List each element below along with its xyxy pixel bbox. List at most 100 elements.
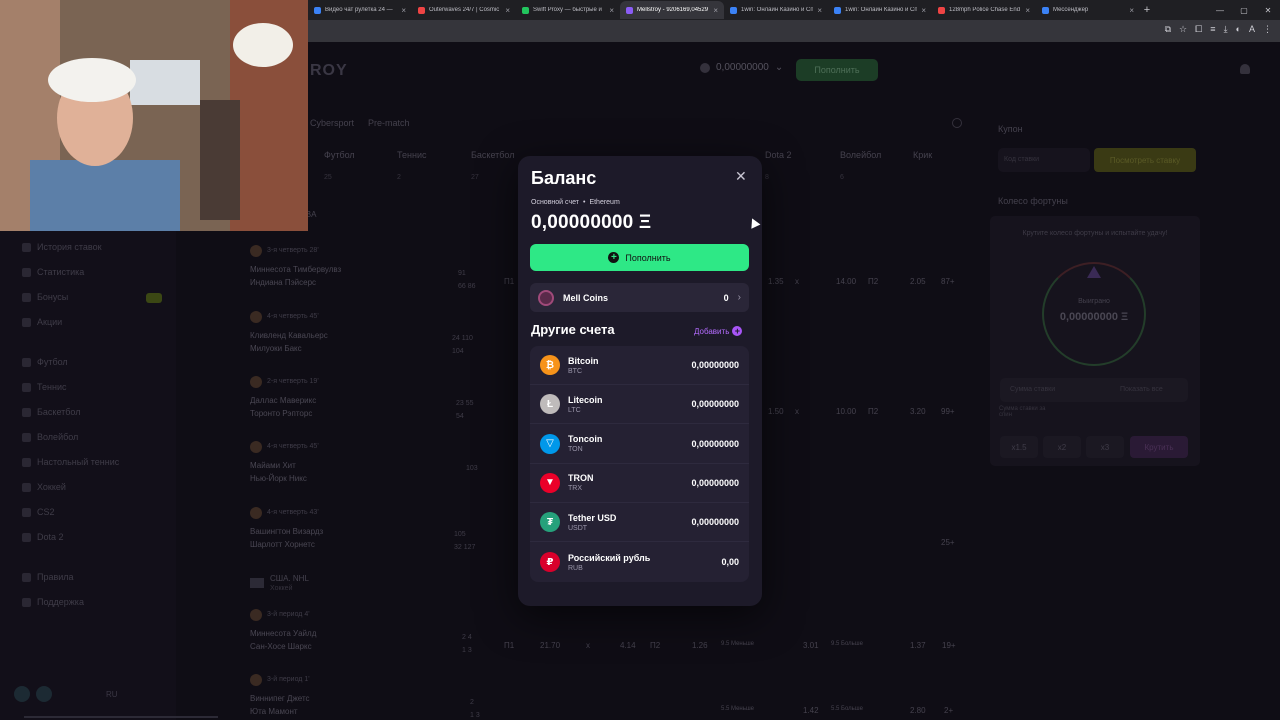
- match-row[interactable]: 3-й период 4' Миннесота Уайлд Сан-Хосе Ша…: [250, 608, 316, 653]
- match-row[interactable]: 3-й период 1' Виннипег Джетс Юта Мамонт: [250, 673, 310, 718]
- sidebar-item-support[interactable]: Поддержка: [22, 597, 84, 607]
- menu-lines-icon[interactable]: ≡: [1210, 24, 1215, 35]
- bookmark-star-icon[interactable]: ☆: [1179, 24, 1187, 35]
- tab-close-icon[interactable]: ×: [817, 6, 822, 15]
- tab-prematch[interactable]: Pre-match: [368, 118, 410, 128]
- account-row-ton[interactable]: ▽ Toncoin TON 0,00000000: [530, 425, 749, 464]
- sidebar-item-dota2[interactable]: Dota 2: [22, 532, 64, 542]
- header-topup-button[interactable]: Пополнить: [796, 59, 878, 81]
- sport-basketball[interactable]: Баскетбол 27: [471, 150, 515, 181]
- font-icon[interactable]: A: [1249, 24, 1255, 35]
- odds-value[interactable]: 4.14: [620, 641, 636, 650]
- multiplier-button[interactable]: x1.5: [1000, 436, 1038, 458]
- browser-tab[interactable]: Мессенджер ×: [1036, 1, 1140, 19]
- odds-value[interactable]: 2.05: [910, 277, 926, 286]
- browser-tab[interactable]: Swift Proxy — быстрые и ×: [516, 1, 620, 19]
- tab-close-icon[interactable]: ×: [1129, 6, 1134, 15]
- browser-tab[interactable]: Видео чат рулетка 24 — ×: [308, 1, 412, 19]
- odds-value[interactable]: 3.01: [803, 641, 819, 650]
- sport-volleyball[interactable]: Волейбол 6: [840, 150, 881, 181]
- sport-football[interactable]: Футбол 25: [324, 150, 355, 181]
- tab-close-icon[interactable]: ×: [401, 6, 406, 15]
- browser-tab[interactable]: 128mph Police Chase End ×: [932, 1, 1036, 19]
- sport-cricket[interactable]: Крик: [913, 150, 932, 160]
- match-row[interactable]: 4-я четверть 43' Вашингтон Визардз Шарлот…: [250, 506, 323, 551]
- extensions-icon[interactable]: ⧠: [1195, 24, 1202, 35]
- profile-icon[interactable]: ◐: [1236, 24, 1241, 35]
- search-icon[interactable]: [952, 118, 962, 128]
- odds-value[interactable]: 21.70: [540, 641, 560, 650]
- topup-button[interactable]: + Пополнить: [530, 244, 749, 271]
- odds-value[interactable]: 1.42: [803, 706, 819, 715]
- sidebar-item-promos[interactable]: Акции: [22, 317, 62, 327]
- sidebar-item-rules[interactable]: Правила: [22, 572, 74, 582]
- sidebar-item-table-tennis[interactable]: Настольный теннис: [22, 457, 119, 467]
- odds-value[interactable]: 2.80: [910, 706, 926, 715]
- show-all-link[interactable]: Показать все: [1120, 386, 1163, 393]
- install-icon[interactable]: ⧉: [1165, 24, 1171, 35]
- header-balance[interactable]: 0,00000000 ⌄: [700, 62, 783, 73]
- maximize-icon[interactable]: ▢: [1232, 6, 1256, 15]
- sidebar-item-stats[interactable]: Статистика: [22, 267, 84, 277]
- browser-tab[interactable]: Outerwaves 24/7 | Cosmic ×: [412, 1, 516, 19]
- sport-tennis[interactable]: Теннис 2: [397, 150, 426, 181]
- tab-close-icon[interactable]: ×: [921, 6, 926, 15]
- bell-icon[interactable]: [1240, 64, 1250, 74]
- multiplier-button[interactable]: x2: [1043, 436, 1081, 458]
- kebab-menu-icon[interactable]: ⋮: [1263, 24, 1272, 35]
- sidebar-item-hockey[interactable]: Хоккей: [22, 482, 66, 492]
- odds-value[interactable]: 10.00: [836, 407, 856, 416]
- sidebar-scrollbar[interactable]: [24, 716, 218, 718]
- odds-value[interactable]: 1.26: [692, 641, 708, 650]
- match-row[interactable]: 2-я четверть 19' Даллас Маверикс Торонто …: [250, 375, 319, 420]
- new-tab-button[interactable]: +: [1140, 4, 1154, 16]
- more-markets[interactable]: 2+: [944, 706, 953, 715]
- tab-close-icon[interactable]: ×: [505, 6, 510, 15]
- match-row[interactable]: 4-я четверть 45' Кливленд Кавальерс Милуо…: [250, 310, 328, 355]
- sidebar-item-bonuses[interactable]: Бонусы: [22, 292, 68, 302]
- sidebar-item-football[interactable]: Футбол: [22, 357, 68, 367]
- add-account-link[interactable]: Добавить +: [694, 326, 743, 336]
- browser-tab[interactable]: 1win: Онлайн Казино и Сп ×: [724, 1, 828, 19]
- close-window-icon[interactable]: ✕: [1256, 6, 1280, 15]
- site-logo[interactable]: ROY: [310, 62, 348, 80]
- more-markets[interactable]: 99+: [941, 407, 955, 416]
- odds-value[interactable]: 3.20: [910, 407, 926, 416]
- tab-close-icon[interactable]: ×: [1025, 6, 1030, 15]
- sidebar-item-history[interactable]: История ставок: [22, 242, 102, 252]
- bet-amount-input[interactable]: Сумма ставки Показать все: [1000, 378, 1188, 402]
- odds-value[interactable]: 1.50: [768, 407, 784, 416]
- view-bet-button[interactable]: Посмотреть ставку: [1094, 148, 1196, 172]
- odds-value[interactable]: 1.37: [910, 641, 926, 650]
- match-row[interactable]: 3-я четверть 28' Миннесота Тимбервулвз Ин…: [250, 244, 341, 289]
- browser-tab[interactable]: 1win: Онлайн Казино и Сп ×: [828, 1, 932, 19]
- more-markets[interactable]: 19+: [942, 641, 956, 650]
- tab-cybersport[interactable]: Cybersport: [310, 118, 354, 128]
- account-row-trx[interactable]: ▼ TRON TRX 0,00000000: [530, 464, 749, 503]
- more-markets[interactable]: 87+: [941, 277, 955, 286]
- account-row-btc[interactable]: ₿ Bitcoin BTC 0,00000000: [530, 346, 749, 385]
- spin-button[interactable]: Крутить: [1130, 436, 1188, 458]
- odds-value[interactable]: 14.00: [836, 277, 856, 286]
- download-icon[interactable]: ⤓: [1224, 24, 1228, 35]
- account-row-ltc[interactable]: Ł Litecoin LTC 0,00000000: [530, 385, 749, 425]
- sport-dota2[interactable]: Dota 28: [765, 150, 792, 181]
- more-markets[interactable]: 25+: [941, 538, 955, 547]
- sidebar-item-volleyball[interactable]: Волейбол: [22, 432, 78, 442]
- match-row[interactable]: 4-я четверть 45' Майами Хит Нью-Йорк Никс: [250, 440, 319, 485]
- browser-tab[interactable]: Mellstroy - 9206169,04529 ×: [620, 1, 724, 19]
- account-row-rub[interactable]: ₽ Российский рубль RUB 0,00: [530, 543, 749, 582]
- sidebar-item-cs2[interactable]: CS2: [22, 507, 55, 517]
- sidebar-item-tennis[interactable]: Теннис: [22, 382, 66, 392]
- sidebar-item-basketball[interactable]: Баскетбол: [22, 407, 81, 417]
- odds-value[interactable]: 1.35: [768, 277, 784, 286]
- language-selector[interactable]: RU: [106, 690, 118, 699]
- minimize-icon[interactable]: —: [1208, 6, 1232, 15]
- multiplier-button[interactable]: x3: [1086, 436, 1124, 458]
- tab-close-icon[interactable]: ×: [713, 6, 718, 15]
- league-nhl[interactable]: США. NHL Хоккей: [250, 574, 309, 592]
- coupon-input[interactable]: Код ставки: [998, 148, 1090, 172]
- close-icon[interactable]: ✕: [735, 168, 747, 185]
- mell-coins-row[interactable]: Mell Coins 0 ›: [530, 283, 749, 312]
- tab-close-icon[interactable]: ×: [609, 6, 614, 15]
